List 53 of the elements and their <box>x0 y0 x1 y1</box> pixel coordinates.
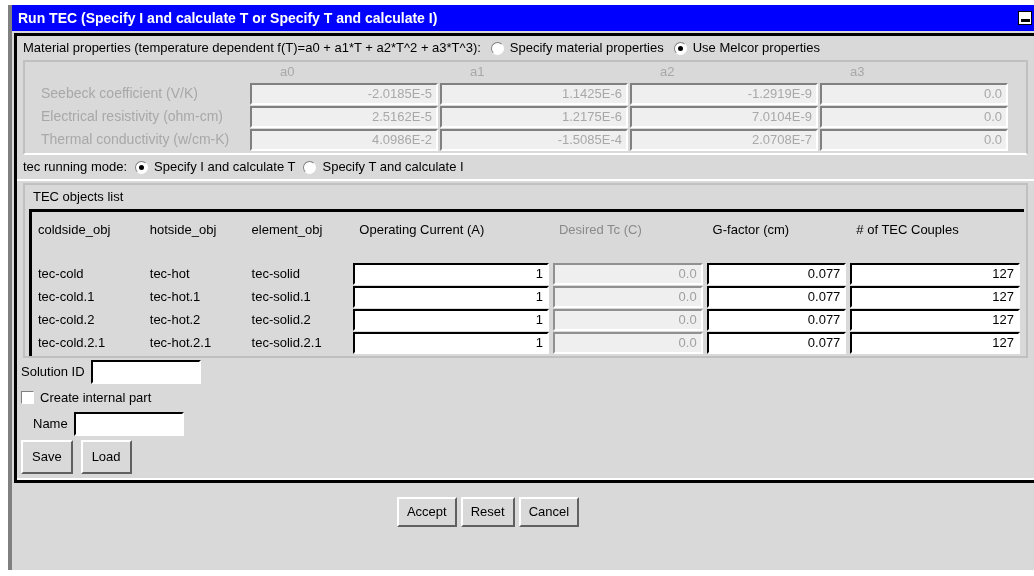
table-cell-text: tec-cold.2 <box>38 310 96 329</box>
column-header: element_obj <box>251 221 324 239</box>
table-cell-text: tec-cold.1 <box>38 287 96 306</box>
table-input-field[interactable]: 127 <box>850 285 1020 308</box>
radio-label: Specify I and calculate T <box>154 158 296 177</box>
table-cell-text: tec-hot.1 <box>149 287 202 306</box>
table-cell-text: tec-cold.2.1 <box>38 333 107 352</box>
running-mode-label: tec running mode: <box>23 158 128 177</box>
table-input-field[interactable]: 127 <box>850 331 1020 354</box>
table-input-field[interactable]: 1 <box>353 331 549 354</box>
file-button[interactable]: Load <box>80 439 132 474</box>
name-field[interactable] <box>73 411 184 436</box>
table-cell-text: tec-solid.1 <box>251 287 312 306</box>
window-title: Run TEC (Specify I and calculate T or Specify T and calculate I) <box>18 8 438 28</box>
radio-button[interactable] <box>135 160 149 174</box>
column-header: coldside_obj <box>38 221 112 239</box>
table-input-field[interactable]: 1 <box>353 308 549 331</box>
checkbox-label: Create internal part <box>40 389 152 407</box>
minimize-button[interactable] <box>1018 11 1032 25</box>
table-cell-text: tec-hot.2 <box>149 310 202 329</box>
column-header: G-factor (cm) <box>711 221 791 239</box>
table-cell-text: tec-cold <box>38 264 85 283</box>
table-cell-text: tec-solid.2 <box>251 310 312 329</box>
table-cell-text: tec-hot.2.1 <box>149 333 213 352</box>
column-header: Desired Tc (C) <box>557 221 643 239</box>
radio-label: Use Melcor properties <box>692 39 820 58</box>
column-header: Operating Current (A) <box>358 221 486 239</box>
objects-list-title: TEC objects list <box>32 188 125 207</box>
table-input-field[interactable]: 0.077 <box>706 285 847 308</box>
table-input-field[interactable]: 1 <box>353 285 549 308</box>
table-input-field[interactable]: 1 <box>353 262 549 285</box>
table-cell-text: tec-solid.2.1 <box>251 333 323 352</box>
table-cell-text: tec-solid <box>251 264 301 283</box>
radio-label: Specify material properties <box>509 39 664 58</box>
solution-id-label: Solution ID <box>21 363 85 382</box>
table-input-field[interactable]: 0.077 <box>706 308 847 331</box>
table-input-field[interactable]: 127 <box>850 308 1020 331</box>
name-label: Name <box>33 414 68 433</box>
material-properties-label: Material properties (temperature dependent f(T)=a0 + a1*T + a2*T^2 + a3*T^3): <box>23 39 481 58</box>
file-button[interactable]: Save <box>21 439 73 474</box>
column-header: # of TEC Couples <box>855 221 960 239</box>
table-input-field[interactable]: 0.077 <box>706 331 847 354</box>
dialog-button[interactable]: Reset <box>460 496 515 527</box>
column-header: hotside_obj <box>149 221 218 239</box>
solution-id-field[interactable] <box>90 360 201 384</box>
table-cell-text: tec-hot <box>149 264 191 283</box>
table-input-field[interactable]: 0.077 <box>706 262 847 285</box>
radio-button[interactable] <box>303 160 317 174</box>
dialog-button[interactable]: Accept <box>396 496 457 527</box>
table-input-field[interactable]: 127 <box>850 262 1020 285</box>
dialog-button[interactable]: Cancel <box>518 496 580 527</box>
radio-label: Specify T and calculate I <box>322 158 464 177</box>
checkbox[interactable] <box>21 391 34 405</box>
